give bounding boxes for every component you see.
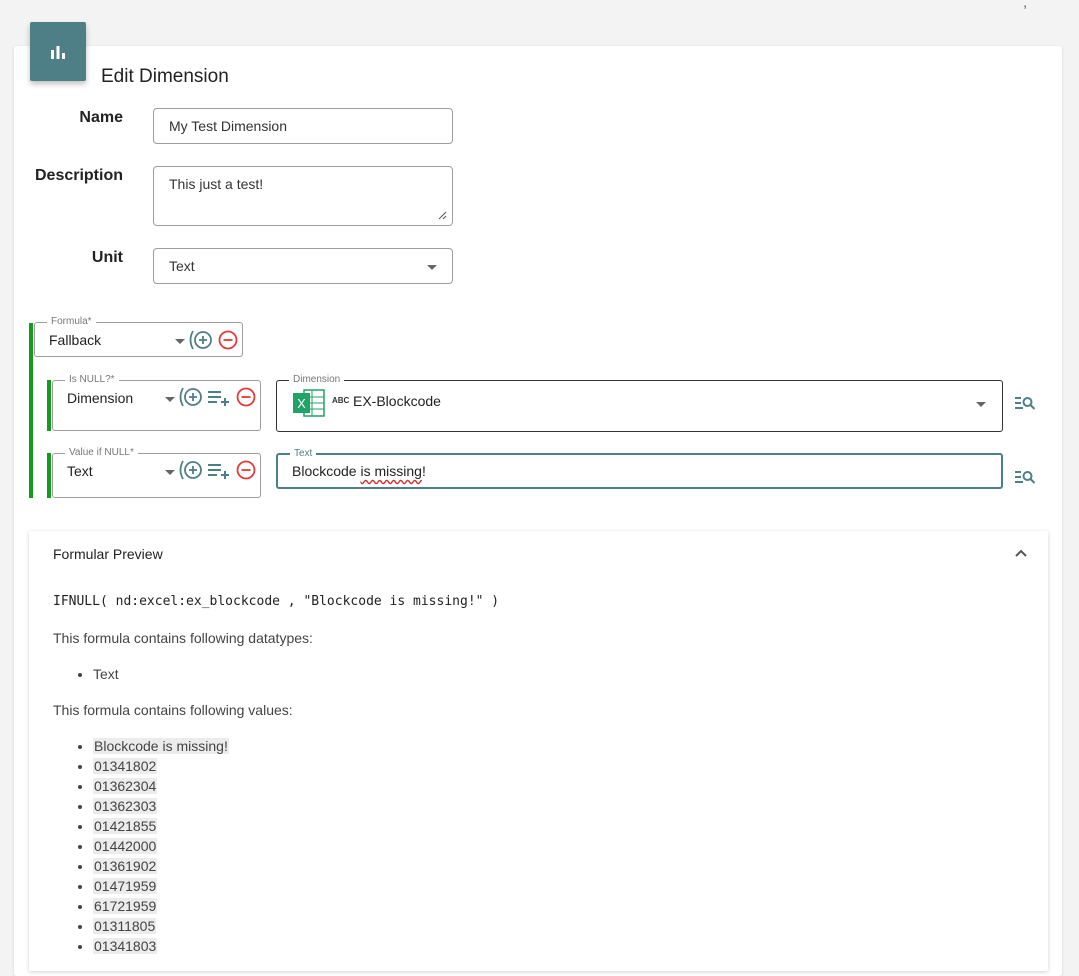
chevron-up-icon[interactable] — [1014, 545, 1028, 563]
text-value: Blockcode is missing! — [292, 463, 426, 479]
value-item: 01471959 — [93, 876, 229, 896]
playlist-add-icon[interactable] — [207, 386, 231, 408]
remove-icon[interactable] — [217, 329, 239, 351]
description-textarea[interactable]: This just a test! — [153, 166, 453, 226]
isnull-select[interactable]: Is NULL?* Dimension — [52, 374, 261, 431]
isnull-value: Dimension — [67, 390, 134, 406]
name-input[interactable]: My Test Dimension — [153, 108, 453, 144]
value-item: 01361902 — [93, 856, 229, 876]
abc-type-icon: ABC — [332, 396, 350, 405]
valueifnull-dropdown-icon — [165, 470, 175, 475]
value-item: 01341803 — [93, 936, 229, 956]
valueifnull-select[interactable]: Value if NULL* Text — [52, 447, 261, 498]
excel-icon: X — [292, 388, 326, 423]
corner-glyph: , — [1023, 0, 1027, 10]
wrap-add-icon[interactable] — [177, 386, 205, 408]
valueifnull-branch-line — [47, 453, 51, 498]
isnull-dropdown-icon — [165, 397, 175, 402]
playlist-add-icon[interactable] — [207, 459, 231, 481]
valueifnull-legend: Value if NULL* — [65, 447, 138, 459]
values-heading: This formula contains following values: — [53, 702, 293, 718]
value-item: 01341802 — [93, 756, 229, 776]
manage-search-icon[interactable] — [1014, 468, 1036, 486]
wrap-add-icon[interactable] — [177, 459, 205, 481]
values-list: Blockcode is missing! 01341802 01362304 … — [73, 736, 229, 956]
formula-code: IFNULL( nd:excel:ex_blockcode , "Blockco… — [53, 594, 500, 609]
name-label: Name — [79, 109, 123, 126]
preview-title[interactable]: Formular Preview — [53, 546, 163, 562]
unit-dropdown-icon — [427, 265, 437, 270]
unit-value: Text — [169, 258, 195, 274]
manage-search-icon[interactable] — [1014, 394, 1036, 412]
value-item: 01442000 — [93, 836, 229, 856]
isnull-branch-line — [47, 380, 51, 431]
formula-tree-line — [29, 323, 33, 498]
card-badge — [30, 22, 86, 81]
text-legend: Text — [290, 448, 317, 460]
spellcheck-underline: is missing — [360, 463, 422, 479]
formula-select[interactable]: Formula* Fallback — [34, 316, 243, 357]
resize-grip-icon[interactable] — [438, 211, 447, 220]
formula-value: Fallback — [49, 332, 102, 348]
formula-dropdown-icon — [175, 339, 185, 344]
formula-preview-panel: Formular Preview IFNULL( nd:excel:ex_blo… — [29, 531, 1048, 971]
value-item: Blockcode is missing! — [93, 736, 229, 756]
datatypes-heading: This formula contains following datatype… — [53, 630, 313, 646]
formula-legend: Formula* — [47, 316, 96, 328]
unit-select[interactable]: Text — [153, 248, 453, 284]
dimension-legend: Dimension — [289, 374, 345, 386]
remove-icon[interactable] — [235, 459, 257, 481]
description-label: Description — [34, 167, 123, 184]
dimension-dropdown-icon — [976, 402, 986, 407]
remove-icon[interactable] — [235, 386, 257, 408]
datatype-item: Text — [93, 664, 119, 684]
value-item: 01362304 — [93, 776, 229, 796]
text-input[interactable]: Text Blockcode is missing! — [276, 448, 1003, 489]
isnull-legend: Is NULL?* — [65, 374, 119, 386]
dimension-select[interactable]: Dimension X ABC EX-Blockcode — [276, 374, 1003, 432]
valueifnull-value: Text — [67, 463, 93, 479]
description-value: This just a test! — [169, 176, 264, 192]
value-item: 01421855 — [93, 816, 229, 836]
excel-letter: X — [297, 396, 306, 411]
page-title: Edit Dimension — [101, 66, 229, 87]
dimension-value: EX-Blockcode — [353, 393, 441, 409]
unit-label: Unit — [91, 249, 123, 266]
name-input-value: My Test Dimension — [169, 118, 288, 134]
bar-chart-icon — [51, 45, 65, 59]
value-item: 01311805 — [93, 916, 229, 936]
value-item: 01362303 — [93, 796, 229, 816]
datatypes-list: Text — [73, 664, 119, 684]
wrap-add-icon[interactable] — [187, 329, 215, 351]
value-item: 61721959 — [93, 896, 229, 916]
